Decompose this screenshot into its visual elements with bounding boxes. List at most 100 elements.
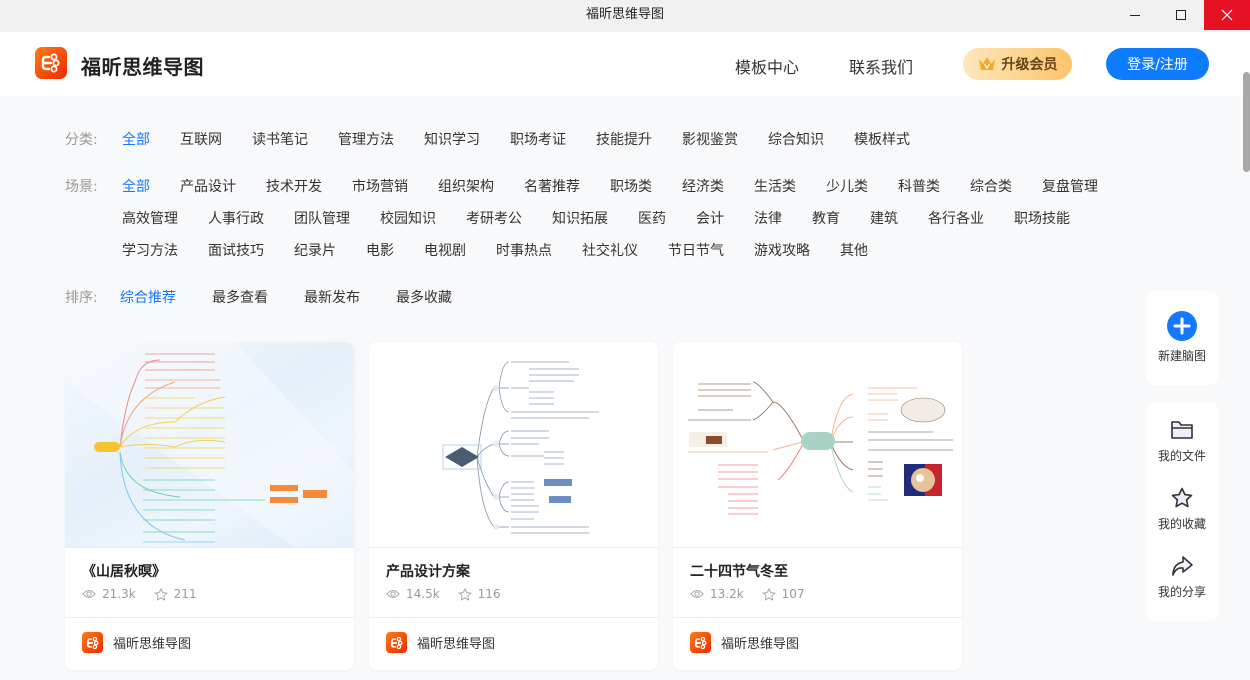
- new-mindmap-button[interactable]: 新建脑图: [1146, 311, 1218, 364]
- scene-option[interactable]: 团队管理: [294, 208, 350, 228]
- scene-option[interactable]: 纪录片: [294, 240, 336, 260]
- category-option[interactable]: 知识学习: [424, 129, 480, 149]
- scene-option[interactable]: 教育: [812, 208, 840, 228]
- upgrade-vip-button[interactable]: 升级会员: [963, 48, 1072, 80]
- scene-option[interactable]: 游戏攻略: [754, 240, 810, 260]
- favorites-icon: [761, 587, 776, 601]
- scene-option[interactable]: 各行各业: [928, 208, 984, 228]
- app-header: 福昕思维导图 模板中心 联系我们 升级会员 登录/注册: [0, 32, 1250, 96]
- template-card[interactable]: 产品设计方案 14.5k 116 福昕思维导图: [369, 342, 658, 670]
- template-card[interactable]: 二十四节气冬至 13.2k 107 福昕思维导图: [673, 342, 962, 670]
- scene-option[interactable]: 电视剧: [424, 240, 466, 260]
- scene-option[interactable]: 组织架构: [438, 176, 494, 196]
- scene-option[interactable]: 面试技巧: [208, 240, 264, 260]
- app-logo[interactable]: [35, 47, 67, 79]
- scene-option[interactable]: 社交礼仪: [582, 240, 638, 260]
- scene-option[interactable]: 产品设计: [180, 176, 236, 196]
- category-option[interactable]: 互联网: [180, 129, 222, 149]
- views-icon: [82, 589, 96, 599]
- scene-option[interactable]: 职场类: [610, 176, 652, 196]
- crown-icon: [978, 57, 995, 70]
- scene-option[interactable]: 学习方法: [122, 240, 178, 260]
- category-option[interactable]: 管理方法: [338, 129, 394, 149]
- card-thumbnail: [369, 342, 658, 548]
- scene-option[interactable]: 科普类: [898, 176, 940, 196]
- close-icon: [1221, 9, 1233, 21]
- minimize-icon: [1130, 15, 1140, 16]
- close-button[interactable]: [1204, 0, 1250, 30]
- scene-option[interactable]: 生活类: [754, 176, 796, 196]
- my-shares-button[interactable]: 我的分享: [1146, 555, 1218, 600]
- scene-option[interactable]: 医药: [638, 208, 666, 228]
- template-card[interactable]: 《山居秋暝》 21.3k 211 福昕思维导图: [65, 342, 354, 670]
- scene-option[interactable]: 时事热点: [496, 240, 552, 260]
- card-title: 《山居秋暝》: [82, 564, 166, 580]
- scene-option[interactable]: 综合类: [970, 176, 1012, 196]
- scene-option[interactable]: 法律: [754, 208, 782, 228]
- maximize-button[interactable]: [1158, 0, 1204, 30]
- share-icon: [1172, 556, 1193, 576]
- category-option[interactable]: 技能提升: [596, 129, 652, 149]
- author-name: 福昕思维导图: [113, 637, 192, 652]
- my-favorites-label: 我的收藏: [1157, 517, 1206, 531]
- side-panel-menu: 我的文件 我的收藏 我的分享: [1146, 402, 1218, 621]
- card-stats: 14.5k 116: [386, 587, 519, 601]
- page-scrollbar[interactable]: [1240, 72, 1250, 680]
- views-icon: [386, 589, 400, 599]
- favorites-count: 211: [173, 587, 197, 601]
- scene-option[interactable]: 职场技能: [1014, 208, 1070, 228]
- author-avatar-icon: [690, 632, 711, 653]
- views-count: 13.2k: [710, 587, 744, 601]
- category-option[interactable]: 综合知识: [768, 129, 824, 149]
- mindmap-preview-image: [442, 361, 599, 534]
- scene-label: 场景:: [65, 179, 98, 195]
- side-panel-new: 新建脑图: [1146, 291, 1218, 385]
- scene-option[interactable]: 知识拓展: [552, 208, 608, 228]
- scene-option[interactable]: 市场营销: [352, 176, 408, 196]
- my-favorites-button[interactable]: 我的收藏: [1146, 487, 1218, 532]
- my-shares-label: 我的分享: [1157, 585, 1206, 599]
- scene-option[interactable]: 会计: [696, 208, 724, 228]
- category-option[interactable]: 模板样式: [854, 129, 910, 149]
- scene-option[interactable]: 经济类: [682, 176, 724, 196]
- favorites-icon: [457, 587, 472, 601]
- scene-option[interactable]: 技术开发: [266, 176, 322, 196]
- star-icon: [1171, 487, 1193, 508]
- category-option[interactable]: 影视鉴赏: [682, 129, 738, 149]
- sort-option[interactable]: 最多查看: [212, 287, 268, 307]
- scene-option[interactable]: 节日节气: [668, 240, 724, 260]
- scene-option[interactable]: 电影: [366, 240, 394, 260]
- nav-contact-us[interactable]: 联系我们: [849, 54, 913, 78]
- scene-option[interactable]: 少儿类: [826, 176, 868, 196]
- sort-option[interactable]: 最新发布: [304, 287, 360, 307]
- login-register-button[interactable]: 登录/注册: [1106, 48, 1209, 80]
- scene-option[interactable]: 复盘管理: [1042, 176, 1098, 196]
- my-files-button[interactable]: 我的文件: [1146, 419, 1218, 464]
- new-mindmap-label: 新建脑图: [1157, 349, 1206, 363]
- category-option[interactable]: 读书笔记: [252, 129, 308, 149]
- scene-option[interactable]: 名著推荐: [524, 176, 580, 196]
- scene-option[interactable]: 高效管理: [122, 208, 178, 228]
- scene-option[interactable]: 人事行政: [208, 208, 264, 228]
- sort-option[interactable]: 最多收藏: [396, 287, 452, 307]
- scrollbar-thumb[interactable]: [1243, 72, 1250, 172]
- scene-option[interactable]: 建筑: [870, 208, 898, 228]
- category-option[interactable]: 职场考证: [510, 129, 566, 149]
- minimize-button[interactable]: [1112, 0, 1158, 30]
- scene-option[interactable]: 校园知识: [380, 208, 436, 228]
- favorites-icon: [153, 587, 168, 601]
- card-author[interactable]: 福昕思维导图: [386, 632, 495, 653]
- card-author[interactable]: 福昕思维导图: [82, 632, 191, 653]
- category-option[interactable]: 全部: [122, 129, 150, 149]
- maximize-icon: [1176, 10, 1186, 20]
- author-avatar-icon: [82, 632, 103, 653]
- card-author[interactable]: 福昕思维导图: [690, 632, 799, 653]
- views-count: 14.5k: [406, 587, 440, 601]
- scene-option[interactable]: 其他: [840, 240, 868, 260]
- card-stats: 21.3k 211: [82, 587, 215, 601]
- nav-template-center[interactable]: 模板中心: [735, 54, 799, 78]
- scene-option[interactable]: 考研考公: [466, 208, 522, 228]
- sort-option[interactable]: 综合推荐: [120, 287, 176, 307]
- brand-name: 福昕思维导图: [81, 55, 204, 79]
- scene-option[interactable]: 全部: [122, 176, 150, 196]
